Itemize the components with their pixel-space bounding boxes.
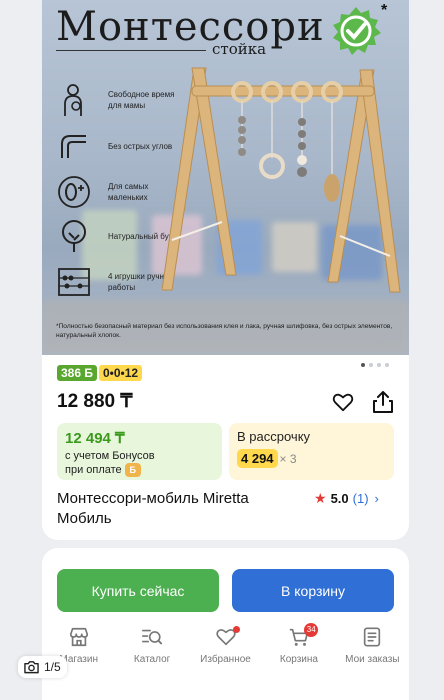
catalog-search-icon xyxy=(142,629,163,645)
bonus-line-2: при оплате xyxy=(65,464,122,476)
bonus-price: 12 494 ₸ xyxy=(65,430,125,447)
notification-dot xyxy=(232,626,240,633)
play-gym-illustration xyxy=(162,67,401,293)
abacus-icon xyxy=(58,268,90,296)
divider xyxy=(56,50,206,51)
gallery-counter-text: 1/5 xyxy=(44,660,61,674)
pagination-dot xyxy=(361,363,365,367)
installment-title: В рассрочку xyxy=(237,429,311,444)
pagination-dot xyxy=(377,363,381,367)
quality-seal-icon xyxy=(333,7,381,55)
bonus-tag: 386 Б xyxy=(57,365,97,381)
bottom-navigation: Магазин Каталог Избранное 34 Корзина Мои… xyxy=(42,622,409,672)
chevron-right-icon[interactable]: › xyxy=(375,491,379,506)
product-rating[interactable]: ★ 5.0 (1) › xyxy=(314,490,379,507)
add-to-cart-button[interactable]: В корзину xyxy=(232,569,394,612)
gallery-counter[interactable]: 1/5 xyxy=(18,656,67,678)
tab-favorites[interactable]: Избранное xyxy=(189,622,262,672)
action-panel: Купить сейчас В корзину Магазин Каталог … xyxy=(42,548,409,700)
tab-label: Мои заказы xyxy=(345,654,400,665)
product-price: 12 880 ₸ xyxy=(57,391,133,412)
image-pagination xyxy=(361,363,389,367)
installment-amount: 4 294 xyxy=(237,449,278,468)
tab-catalog[interactable]: Каталог xyxy=(115,622,188,672)
camera-icon xyxy=(24,661,39,674)
tab-label: Каталог xyxy=(133,654,171,665)
bonus-price-box[interactable]: 12 494 ₸ с учетом Бонусов при оплате Б xyxy=(57,423,222,480)
tab-label: Избранное xyxy=(200,654,251,665)
tab-label: Корзина xyxy=(279,654,318,665)
bonus-coin-icon: Б xyxy=(124,463,141,478)
rounded-corner-icon xyxy=(61,135,86,158)
promo-tags: 386 Б 0•0•12 xyxy=(57,365,143,381)
product-title: Монтессори-мобиль Miretta Мобиль xyxy=(57,490,249,527)
product-card: Монтессори стойка * Свободное время для … xyxy=(42,0,409,540)
installment-box[interactable]: В рассрочку 4 294 × 3 xyxy=(229,423,394,480)
orders-icon xyxy=(364,627,381,647)
store-icon xyxy=(69,627,88,647)
pagination-dot xyxy=(369,363,373,367)
tab-orders[interactable]: Мои заказы xyxy=(336,622,409,672)
cart-count-badge: 34 xyxy=(304,623,319,637)
zero-plus-icon xyxy=(58,176,90,208)
rating-score: 5.0 xyxy=(330,491,349,506)
product-image[interactable]: Монтессори стойка * Свободное время для … xyxy=(42,0,409,355)
tab-cart[interactable]: 34 Корзина xyxy=(262,622,335,672)
mother-child-icon xyxy=(64,84,82,116)
buy-now-button[interactable]: Купить сейчас xyxy=(57,569,219,612)
installment-times: × 3 xyxy=(279,452,297,466)
pagination-dot xyxy=(385,363,389,367)
hero-footnote: *Полностью безопасный материал без испол… xyxy=(56,323,393,339)
tree-icon xyxy=(62,220,86,252)
bonus-caption: с учетом Бонусов при оплате Б xyxy=(65,449,214,478)
favorite-heart-icon[interactable] xyxy=(332,391,354,413)
brand-subtitle: стойка xyxy=(212,40,267,58)
bonus-line-1: с учетом Бонусов xyxy=(65,450,155,462)
star-icon: ★ xyxy=(314,490,327,506)
brand-title: Монтессори xyxy=(56,4,325,50)
review-count[interactable]: (1) xyxy=(353,491,369,506)
installment-tag: 0•0•12 xyxy=(98,365,143,381)
seal-asterisk: * xyxy=(381,2,388,19)
share-icon[interactable] xyxy=(372,390,394,414)
